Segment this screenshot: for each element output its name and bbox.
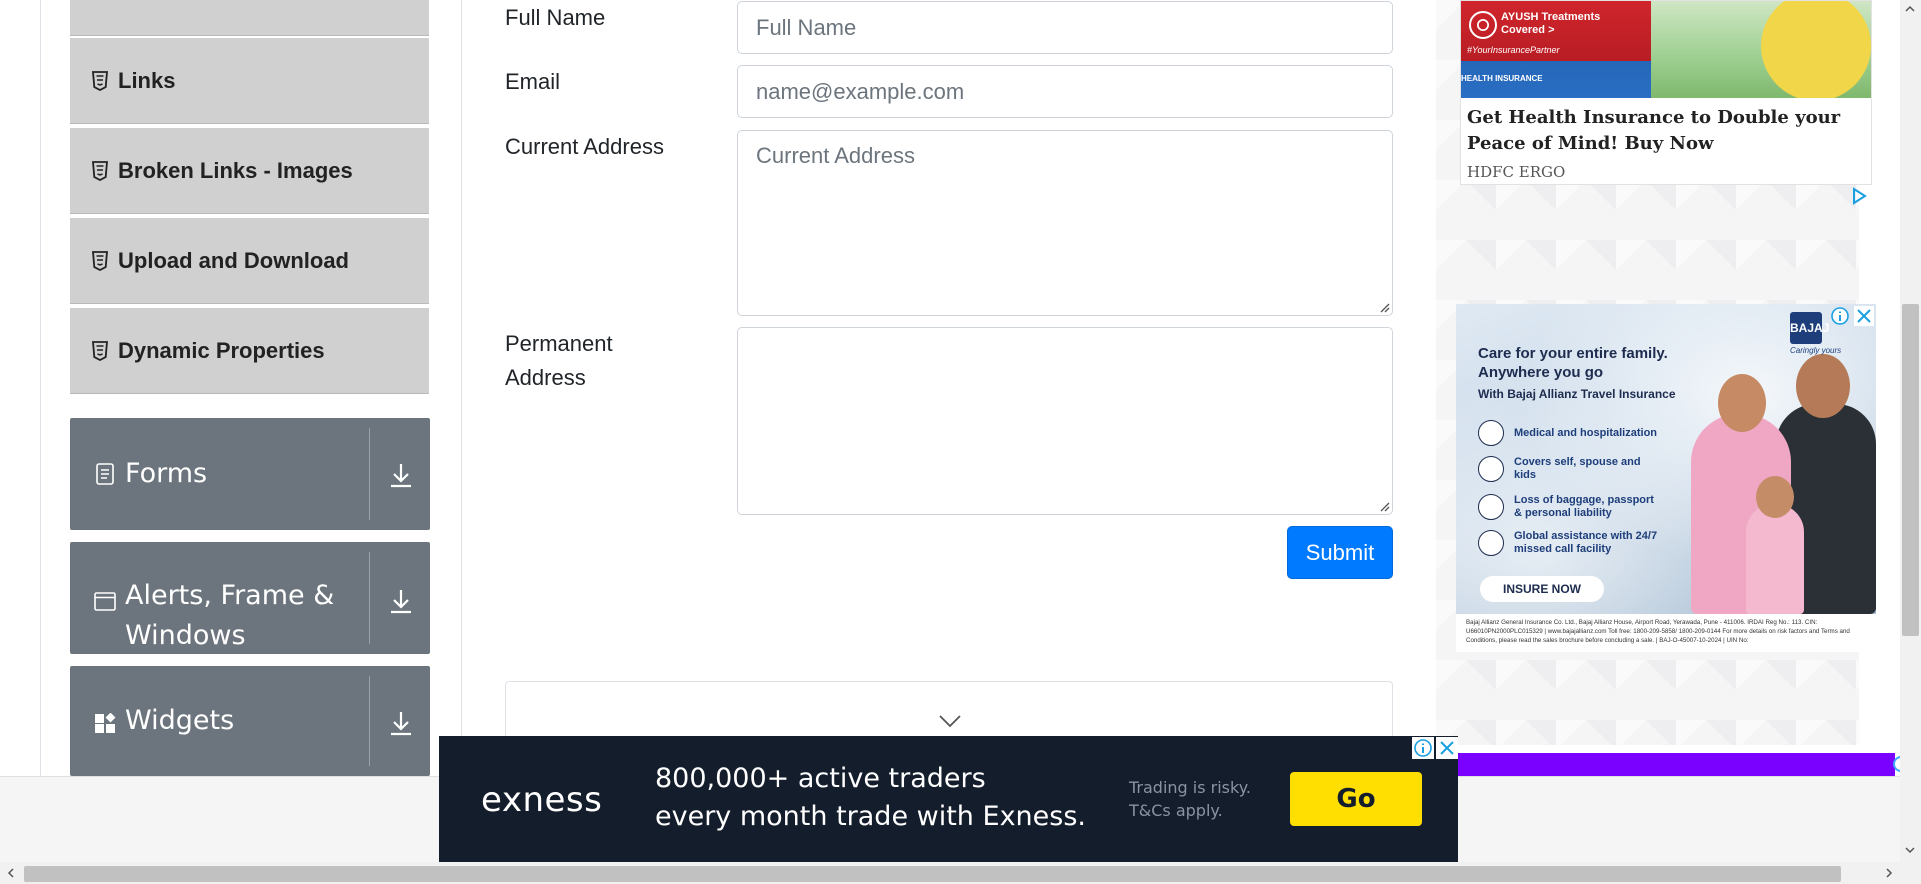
info-icon[interactable]: [1830, 306, 1850, 326]
feature-text: Covers self, spouse and kids: [1514, 456, 1641, 481]
group-divider: [369, 676, 370, 766]
permanent-address-label: Permanent Address: [505, 331, 613, 390]
group-divider: [369, 552, 370, 644]
sidebar-item-label: Links: [118, 67, 176, 93]
medical-icon: [1478, 420, 1504, 446]
left-column-divider: [40, 0, 41, 776]
feature-text: Global assistance with 24/7 missed call …: [1514, 530, 1658, 555]
window-icon: [94, 592, 116, 611]
hdfc-logo-icon: [1469, 11, 1497, 39]
bajaj-ad[interactable]: BAJAJ Caringly yours Care for your entir…: [1456, 304, 1876, 652]
feature-text: Medical and hospitalization: [1514, 426, 1658, 439]
page-root: Links Broken Links - Images Upload and D…: [0, 0, 1921, 884]
baggage-icon: [1478, 494, 1504, 520]
collapsed-panel[interactable]: [505, 681, 1393, 741]
bajaj-logo: BAJAJ: [1790, 312, 1829, 344]
hdfc-ad-brand: HDFC ERGO: [1467, 163, 1566, 181]
bajaj-feature: Loss of baggage, passport & personal lia…: [1478, 494, 1664, 520]
current-address-label: Current Address: [505, 134, 664, 159]
sidebar-item-dynamic-properties[interactable]: Dynamic Properties: [70, 308, 429, 394]
hdfc-ad-image: AYUSH Treatments Covered > #YourInsuranc…: [1461, 1, 1871, 98]
go-button[interactable]: Go: [1290, 772, 1422, 826]
sidebar-group-alerts[interactable]: Alerts, Frame & Windows: [70, 542, 430, 654]
exness-risk-line-1: Trading is risky.: [1129, 778, 1251, 797]
resize-grip-icon[interactable]: [1378, 500, 1390, 512]
center-column-divider: [461, 0, 462, 776]
ad-photo-face: [1718, 374, 1766, 432]
vertical-scrollbar-thumb[interactable]: [1902, 304, 1919, 636]
ad-photo-face: [1756, 476, 1794, 518]
bajaj-feature: Covers self, spouse and kids: [1478, 456, 1664, 482]
scroll-right-icon[interactable]: [1884, 868, 1894, 878]
group-label: Forms: [125, 458, 208, 489]
widgets-icon: [95, 713, 116, 733]
close-icon[interactable]: [1854, 306, 1874, 326]
sidebar-item-links[interactable]: Links: [70, 38, 429, 124]
promo-bar[interactable]: [1456, 753, 1895, 777]
hdfc-ad-headline[interactable]: Get Health Insurance to Double your Peac…: [1467, 105, 1867, 157]
family-icon: [1478, 456, 1504, 482]
close-icon[interactable]: [1436, 737, 1458, 759]
exness-headline: 800,000+ active traders every month trad…: [655, 760, 1086, 836]
group-divider: [369, 428, 370, 520]
sidebar-group-widgets[interactable]: Widgets: [70, 666, 430, 776]
sidebar-item-broken-links[interactable]: Broken Links - Images: [70, 128, 429, 214]
insure-now-button[interactable]: INSURE NOW: [1480, 576, 1604, 602]
exness-line-2: every month trade with Exness.: [655, 801, 1086, 832]
sidebar-item-label: Upload and Download: [118, 247, 349, 273]
sidebar-group-forms[interactable]: Forms: [70, 418, 430, 530]
info-icon[interactable]: [1412, 737, 1434, 759]
scroll-down-icon[interactable]: [1905, 845, 1915, 855]
chevron-down-icon[interactable]: [938, 714, 962, 728]
exness-risk-line-2: T&Cs apply.: [1129, 801, 1223, 820]
bajaj-feature: Medical and hospitalization: [1478, 420, 1664, 446]
email-label: Email: [505, 69, 561, 94]
hdfc-ad[interactable]: AYUSH Treatments Covered > #YourInsuranc…: [1460, 0, 1872, 185]
exness-line-1: 800,000+ active traders: [655, 763, 986, 794]
group-label: Widgets: [125, 705, 235, 736]
bajaj-headline: Care for your entire family. Anywhere yo…: [1478, 345, 1668, 381]
bajaj-tagline: Caringly yours: [1790, 346, 1842, 355]
ad-photo-face: [1796, 354, 1850, 418]
email-input[interactable]: [737, 65, 1393, 118]
feature-text: Loss of baggage, passport & personal lia…: [1514, 494, 1654, 519]
support-icon: [1478, 530, 1504, 556]
download-icon[interactable]: [386, 460, 416, 490]
html5-icon: [92, 250, 108, 271]
html5-icon: [92, 340, 108, 361]
permanent-address-textarea[interactable]: [737, 327, 1393, 515]
hdfc-hashtag: #YourInsurancePartner: [1467, 45, 1560, 55]
scroll-up-icon[interactable]: [1905, 4, 1915, 14]
download-icon[interactable]: [386, 586, 416, 616]
scroll-left-icon[interactable]: [6, 868, 16, 878]
hdfc-strip-text: HEALTH INSURANCE: [1461, 74, 1543, 83]
group-label: Alerts, Frame & Windows: [125, 580, 335, 651]
sidebar-item-upload-download[interactable]: Upload and Download: [70, 218, 429, 304]
resize-grip-icon[interactable]: [1378, 301, 1390, 313]
sidebar-item-label: Dynamic Properties: [118, 337, 325, 363]
sidebar-item-partial[interactable]: [70, 0, 429, 36]
bajaj-subline: With Bajaj Allianz Travel Insurance: [1478, 387, 1676, 401]
html5-icon: [92, 70, 108, 91]
html5-icon: [92, 160, 108, 181]
current-address-textarea[interactable]: [737, 130, 1393, 316]
download-icon[interactable]: [386, 708, 416, 738]
exness-ad[interactable]: exness 800,000+ active traders every mon…: [439, 736, 1458, 862]
document-icon: [96, 463, 114, 485]
sidebar-item-label: Broken Links - Images: [118, 157, 353, 183]
bajaj-feature: Global assistance with 24/7 missed call …: [1478, 530, 1664, 556]
exness-logo: exness: [481, 780, 603, 820]
horizontal-scrollbar-thumb[interactable]: [24, 866, 1841, 882]
hdfc-badge-text: AYUSH Treatments Covered >: [1501, 11, 1601, 36]
bajaj-disclaimer: Bajaj Allianz General Insurance Co. Ltd.…: [1456, 614, 1876, 652]
full-name-input[interactable]: [737, 1, 1393, 54]
submit-button[interactable]: Submit: [1287, 526, 1393, 579]
adchoices-icon[interactable]: [1850, 187, 1868, 205]
full-name-label: Full Name: [505, 5, 606, 30]
ad-photo-girl: [1746, 504, 1804, 614]
exness-risk: Trading is risky. T&Cs apply.: [1129, 776, 1251, 822]
